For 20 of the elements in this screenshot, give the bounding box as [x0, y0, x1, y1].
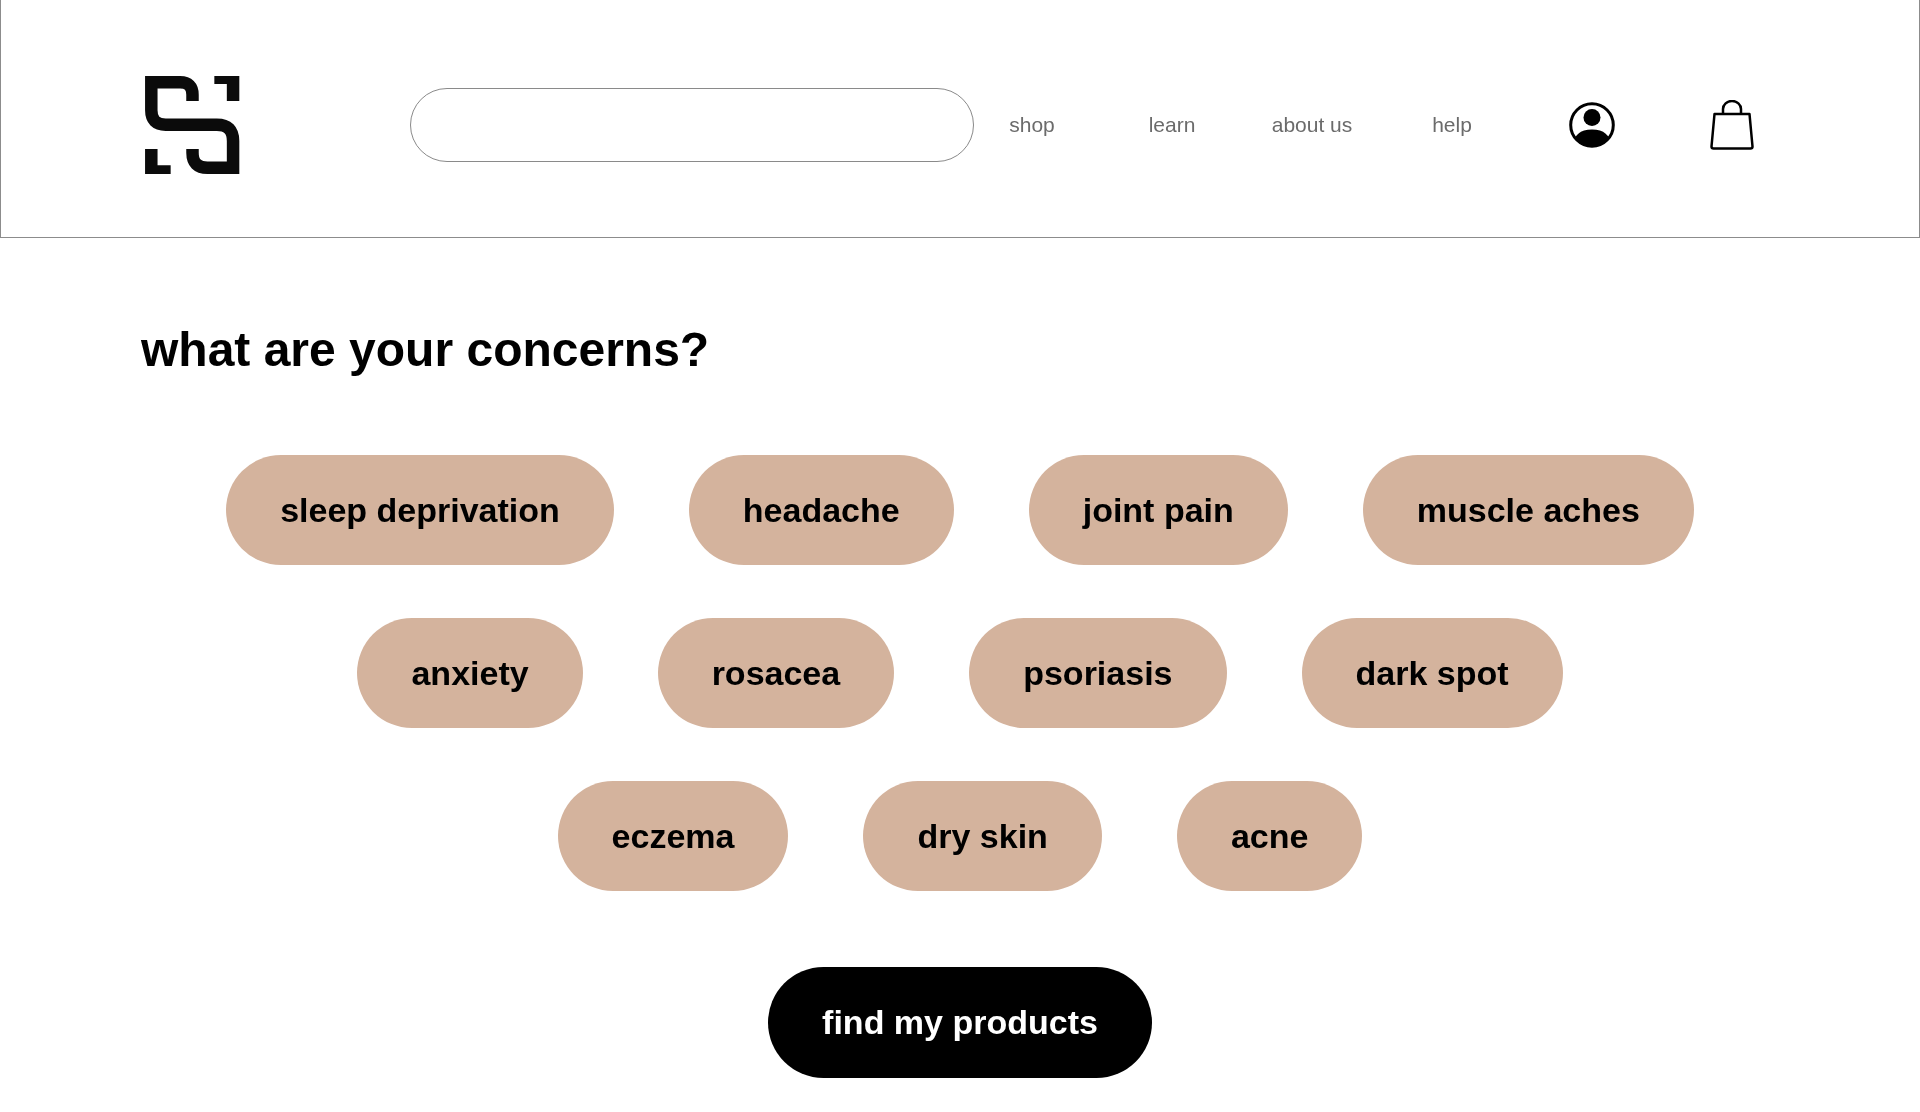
concern-option[interactable]: eczema: [557, 781, 789, 891]
concern-option[interactable]: muscle aches: [1362, 455, 1694, 565]
concern-option[interactable]: joint pain: [1028, 455, 1288, 565]
user-icon[interactable]: [1569, 101, 1615, 148]
concern-option[interactable]: dry skin: [863, 781, 1102, 891]
concern-option[interactable]: sleep deprivation: [226, 455, 614, 565]
concern-option[interactable]: headache: [688, 455, 954, 565]
nav-link[interactable]: learn: [1148, 111, 1196, 138]
nav-link[interactable]: shop: [1009, 111, 1055, 138]
page-heading: what are your concerns?: [141, 322, 710, 378]
concern-option[interactable]: dark spot: [1301, 618, 1563, 728]
concern-option[interactable]: anxiety: [357, 618, 583, 728]
concern-option[interactable]: rosacea: [657, 618, 895, 728]
shopping-bag-icon[interactable]: [1710, 99, 1754, 150]
find-products-button[interactable]: find my products: [768, 967, 1152, 1078]
nav-link[interactable]: help: [1432, 111, 1472, 138]
nav-link[interactable]: about us: [1271, 111, 1353, 138]
concern-option[interactable]: psoriasis: [969, 618, 1227, 728]
logo-icon[interactable]: [145, 75, 240, 174]
concern-option[interactable]: acne: [1176, 781, 1363, 891]
